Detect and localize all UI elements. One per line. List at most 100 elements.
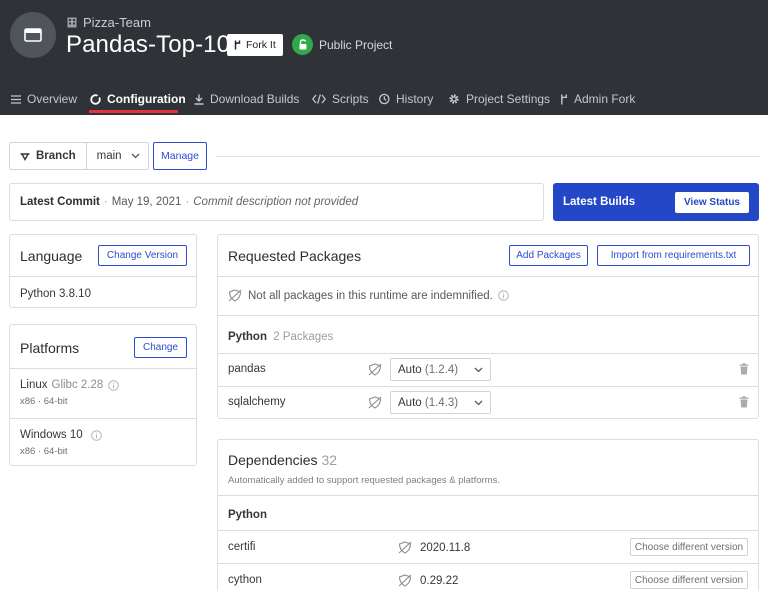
view-status-button[interactable]: View Status xyxy=(675,192,749,213)
commit-description: Commit description not provided xyxy=(193,196,358,208)
unlock-icon xyxy=(292,34,313,55)
python-section-label: Python xyxy=(228,509,267,521)
org-name[interactable]: Pizza-Team xyxy=(83,15,151,30)
import-requirements-button[interactable]: Import from requirements.txt xyxy=(597,245,750,266)
language-value: Python 3.8.10 xyxy=(20,288,91,300)
project-name: Pandas-Top-10 xyxy=(66,30,230,60)
config-icon xyxy=(90,94,101,105)
dependency-name: certifi xyxy=(228,541,255,553)
gear-icon xyxy=(448,93,460,105)
divider xyxy=(218,386,758,387)
choose-version-button[interactable]: Choose different version xyxy=(630,571,748,589)
add-packages-button[interactable]: Add Packages xyxy=(509,245,588,266)
not-indemnified-icon xyxy=(368,363,382,376)
tab-download-builds[interactable]: Download Builds xyxy=(194,88,299,110)
branch-dropdown[interactable]: main xyxy=(87,143,148,169)
org-icon xyxy=(67,17,77,28)
platform-os: Windows 10 xyxy=(20,429,83,441)
not-indemnified-icon xyxy=(228,289,242,302)
not-indemnified-icon xyxy=(398,541,412,554)
info-icon[interactable] xyxy=(91,430,102,441)
platform-name: Linux Glibc 2.28 xyxy=(20,379,119,391)
tab-project-settings[interactable]: Project Settings xyxy=(448,88,550,110)
trash-icon[interactable] xyxy=(739,363,749,375)
divider xyxy=(10,418,196,419)
platform-os: Linux xyxy=(20,379,48,391)
branch-label-text: Branch xyxy=(36,150,76,162)
fork-label: Fork It xyxy=(246,39,276,51)
org-breadcrumb[interactable]: Pizza-Team xyxy=(67,14,151,30)
manage-button[interactable]: Manage xyxy=(153,142,207,170)
divider xyxy=(218,530,758,531)
version-select[interactable]: Auto (1.4.3) xyxy=(390,391,491,414)
tab-scripts[interactable]: Scripts xyxy=(312,88,369,110)
fork-button[interactable]: Fork It xyxy=(227,34,283,56)
project-icon xyxy=(24,28,42,42)
platforms-card: Platforms Change Linux Glibc 2.28 x86 · … xyxy=(9,324,197,466)
requested-packages-card: Requested Packages Add Packages Import f… xyxy=(217,234,759,419)
tab-label: Scripts xyxy=(332,92,369,106)
dependency-version: 0.29.22 xyxy=(420,575,458,587)
latest-commit-bar: Latest Commit · May 19, 2021 · Commit de… xyxy=(9,183,544,221)
trash-icon[interactable] xyxy=(739,396,749,408)
language-card: Language Change Version Python 3.8.10 xyxy=(9,234,197,308)
dependency-name: cython xyxy=(228,574,262,586)
main-content: Branch main Manage Latest Commit · May 1… xyxy=(0,115,768,591)
dependencies-count: 32 xyxy=(322,452,338,468)
platform-name: Windows 10 xyxy=(20,429,102,441)
requested-packages-title: Requested Packages xyxy=(228,248,361,264)
download-icon xyxy=(194,94,204,105)
notice-text: Not all packages in this runtime are ind… xyxy=(248,290,493,302)
section-name: Python xyxy=(228,331,267,343)
chevron-down-icon xyxy=(474,364,483,376)
version-mode: Auto xyxy=(398,364,422,376)
not-indemnified-icon xyxy=(368,396,382,409)
indemnification-notice: Not all packages in this runtime are ind… xyxy=(228,289,509,302)
divider xyxy=(218,276,758,277)
visibility-label: Public Project xyxy=(319,38,392,52)
commit-label: Latest Commit xyxy=(20,196,100,208)
info-icon[interactable] xyxy=(108,380,119,391)
tab-label: Configuration xyxy=(107,92,186,106)
dependency-version: 2020.11.8 xyxy=(420,542,470,554)
separator-dot: · xyxy=(104,196,108,208)
info-icon[interactable] xyxy=(498,290,509,301)
tab-bar: Overview Configuration Download Builds S… xyxy=(0,84,768,115)
fork-icon xyxy=(560,94,568,105)
commit-date: May 19, 2021 xyxy=(112,196,182,208)
menu-icon xyxy=(11,95,21,104)
dependencies-subtitle: Automatically added to support requested… xyxy=(228,475,500,486)
change-version-button[interactable]: Change Version xyxy=(98,245,187,266)
divider xyxy=(10,276,196,277)
dependencies-title-text: Dependencies xyxy=(228,452,318,468)
package-count: 2 Packages xyxy=(273,331,333,343)
version-select[interactable]: Auto (1.2.4) xyxy=(390,358,491,381)
tab-admin-fork[interactable]: Admin Fork xyxy=(560,88,635,110)
chevron-down-icon xyxy=(131,153,140,159)
separator-dot: · xyxy=(185,196,189,208)
tab-overview[interactable]: Overview xyxy=(11,88,77,110)
tab-history[interactable]: History xyxy=(378,88,433,110)
latest-builds-bar: Latest Builds View Status xyxy=(553,183,759,221)
platform-item-windows: Windows 10 x86 · 64-bit xyxy=(20,429,102,457)
history-icon xyxy=(378,93,390,105)
tab-configuration[interactable]: Configuration xyxy=(90,88,186,110)
resolved-version: (1.2.4) xyxy=(425,364,458,376)
platforms-title: Platforms xyxy=(20,340,79,356)
tab-label: Overview xyxy=(27,92,77,106)
chevron-down-icon xyxy=(474,397,483,409)
project-header: Pizza-Team Pandas-Top-10 Fork It Public … xyxy=(0,0,768,115)
tab-label: Download Builds xyxy=(210,92,299,106)
not-indemnified-icon xyxy=(398,574,412,587)
tab-label: Admin Fork xyxy=(574,92,635,106)
project-avatar xyxy=(10,12,56,58)
divider xyxy=(10,368,196,369)
resolved-version: (1.4.3) xyxy=(425,397,458,409)
choose-version-button[interactable]: Choose different version xyxy=(630,538,748,556)
version-value: Auto (1.2.4) xyxy=(398,364,458,376)
change-platforms-button[interactable]: Change xyxy=(134,337,187,358)
latest-builds-label: Latest Builds xyxy=(563,196,635,208)
package-name: pandas xyxy=(228,363,266,375)
divider xyxy=(218,495,758,496)
branch-value: main xyxy=(97,150,122,162)
